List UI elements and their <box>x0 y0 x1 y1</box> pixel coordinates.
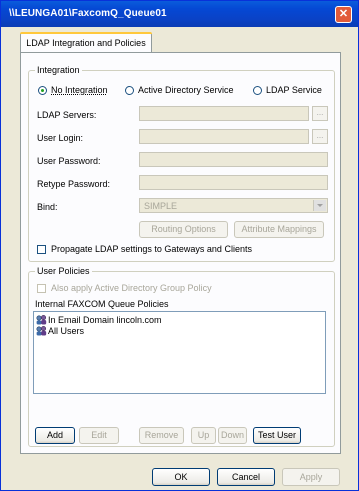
user-password-field[interactable] <box>139 152 328 167</box>
user-login-browse-button[interactable]: ... <box>312 129 328 144</box>
list-item-label: All Users <box>48 326 85 336</box>
close-icon: ✕ <box>338 8 349 20</box>
ldap-servers-field[interactable] <box>139 106 309 121</box>
policies-list[interactable]: In Email Domain lincoln.com All Users <box>33 311 326 394</box>
users-group-icon <box>36 326 47 336</box>
ok-button[interactable]: OK <box>152 468 210 486</box>
attribute-mappings-button[interactable]: Attribute Mappings <box>234 221 324 238</box>
policies-list-title: Internal FAXCOM Queue Policies <box>35 299 169 309</box>
edit-button[interactable]: Edit <box>79 427 119 444</box>
users-group-icon <box>36 315 47 325</box>
retype-password-label: Retype Password: <box>37 179 111 189</box>
down-button[interactable]: Down <box>218 427 247 444</box>
also-apply-ad-policy-checkbox[interactable] <box>37 284 46 293</box>
bind-select-value: SIMPLE <box>144 201 178 211</box>
cancel-button[interactable]: Cancel <box>217 468 275 486</box>
user-policies-group-label: User Policies <box>35 266 92 276</box>
user-password-label: User Password: <box>37 156 101 166</box>
radio-active-directory-label[interactable]: Active Directory Service <box>138 85 234 95</box>
tab-panel: Integration No Integration Active Direct… <box>20 52 341 454</box>
radio-ldap-service-label[interactable]: LDAP Service <box>266 85 322 95</box>
ldap-servers-label: LDAP Servers: <box>37 110 97 120</box>
radio-no-integration[interactable] <box>38 86 47 95</box>
tab-label: LDAP Integration and Policies <box>26 38 146 48</box>
integration-group-label: Integration <box>35 65 82 75</box>
window-title: \\LEUNGA01\FaxcomQ_Queue01 <box>9 8 167 19</box>
bind-select[interactable]: SIMPLE <box>139 198 328 213</box>
radio-ldap-service[interactable] <box>253 86 262 95</box>
bind-label: Bind: <box>37 202 58 212</box>
radio-no-integration-label[interactable]: No Integration <box>51 85 108 95</box>
dialog-window: \\LEUNGA01\FaxcomQ_Queue01 ✕ LDAP Integr… <box>0 0 359 491</box>
test-user-button[interactable]: Test User <box>253 427 301 444</box>
tab-ldap-integration[interactable]: LDAP Integration and Policies <box>20 32 152 53</box>
retype-password-field[interactable] <box>139 175 328 190</box>
up-button[interactable]: Up <box>191 427 216 444</box>
add-button[interactable]: Add <box>35 427 75 444</box>
radio-active-directory[interactable] <box>125 86 134 95</box>
propagate-ldap-label[interactable]: Propagate LDAP settings to Gateways and … <box>51 244 252 254</box>
routing-options-button[interactable]: Routing Options <box>139 221 228 238</box>
also-apply-ad-policy-label[interactable]: Also apply Active Directory Group Policy <box>51 283 212 293</box>
user-login-field[interactable] <box>139 129 309 144</box>
propagate-ldap-checkbox[interactable] <box>37 245 46 254</box>
ldap-servers-browse-button[interactable]: ... <box>312 106 328 121</box>
remove-button[interactable]: Remove <box>139 427 184 444</box>
close-button[interactable]: ✕ <box>335 6 352 23</box>
title-bar[interactable]: \\LEUNGA01\FaxcomQ_Queue01 ✕ <box>1 1 358 27</box>
chevron-down-icon <box>313 200 326 211</box>
apply-button[interactable]: Apply <box>282 468 340 486</box>
user-login-label: User Login: <box>37 133 84 143</box>
list-item-label: In Email Domain lincoln.com <box>48 315 162 325</box>
